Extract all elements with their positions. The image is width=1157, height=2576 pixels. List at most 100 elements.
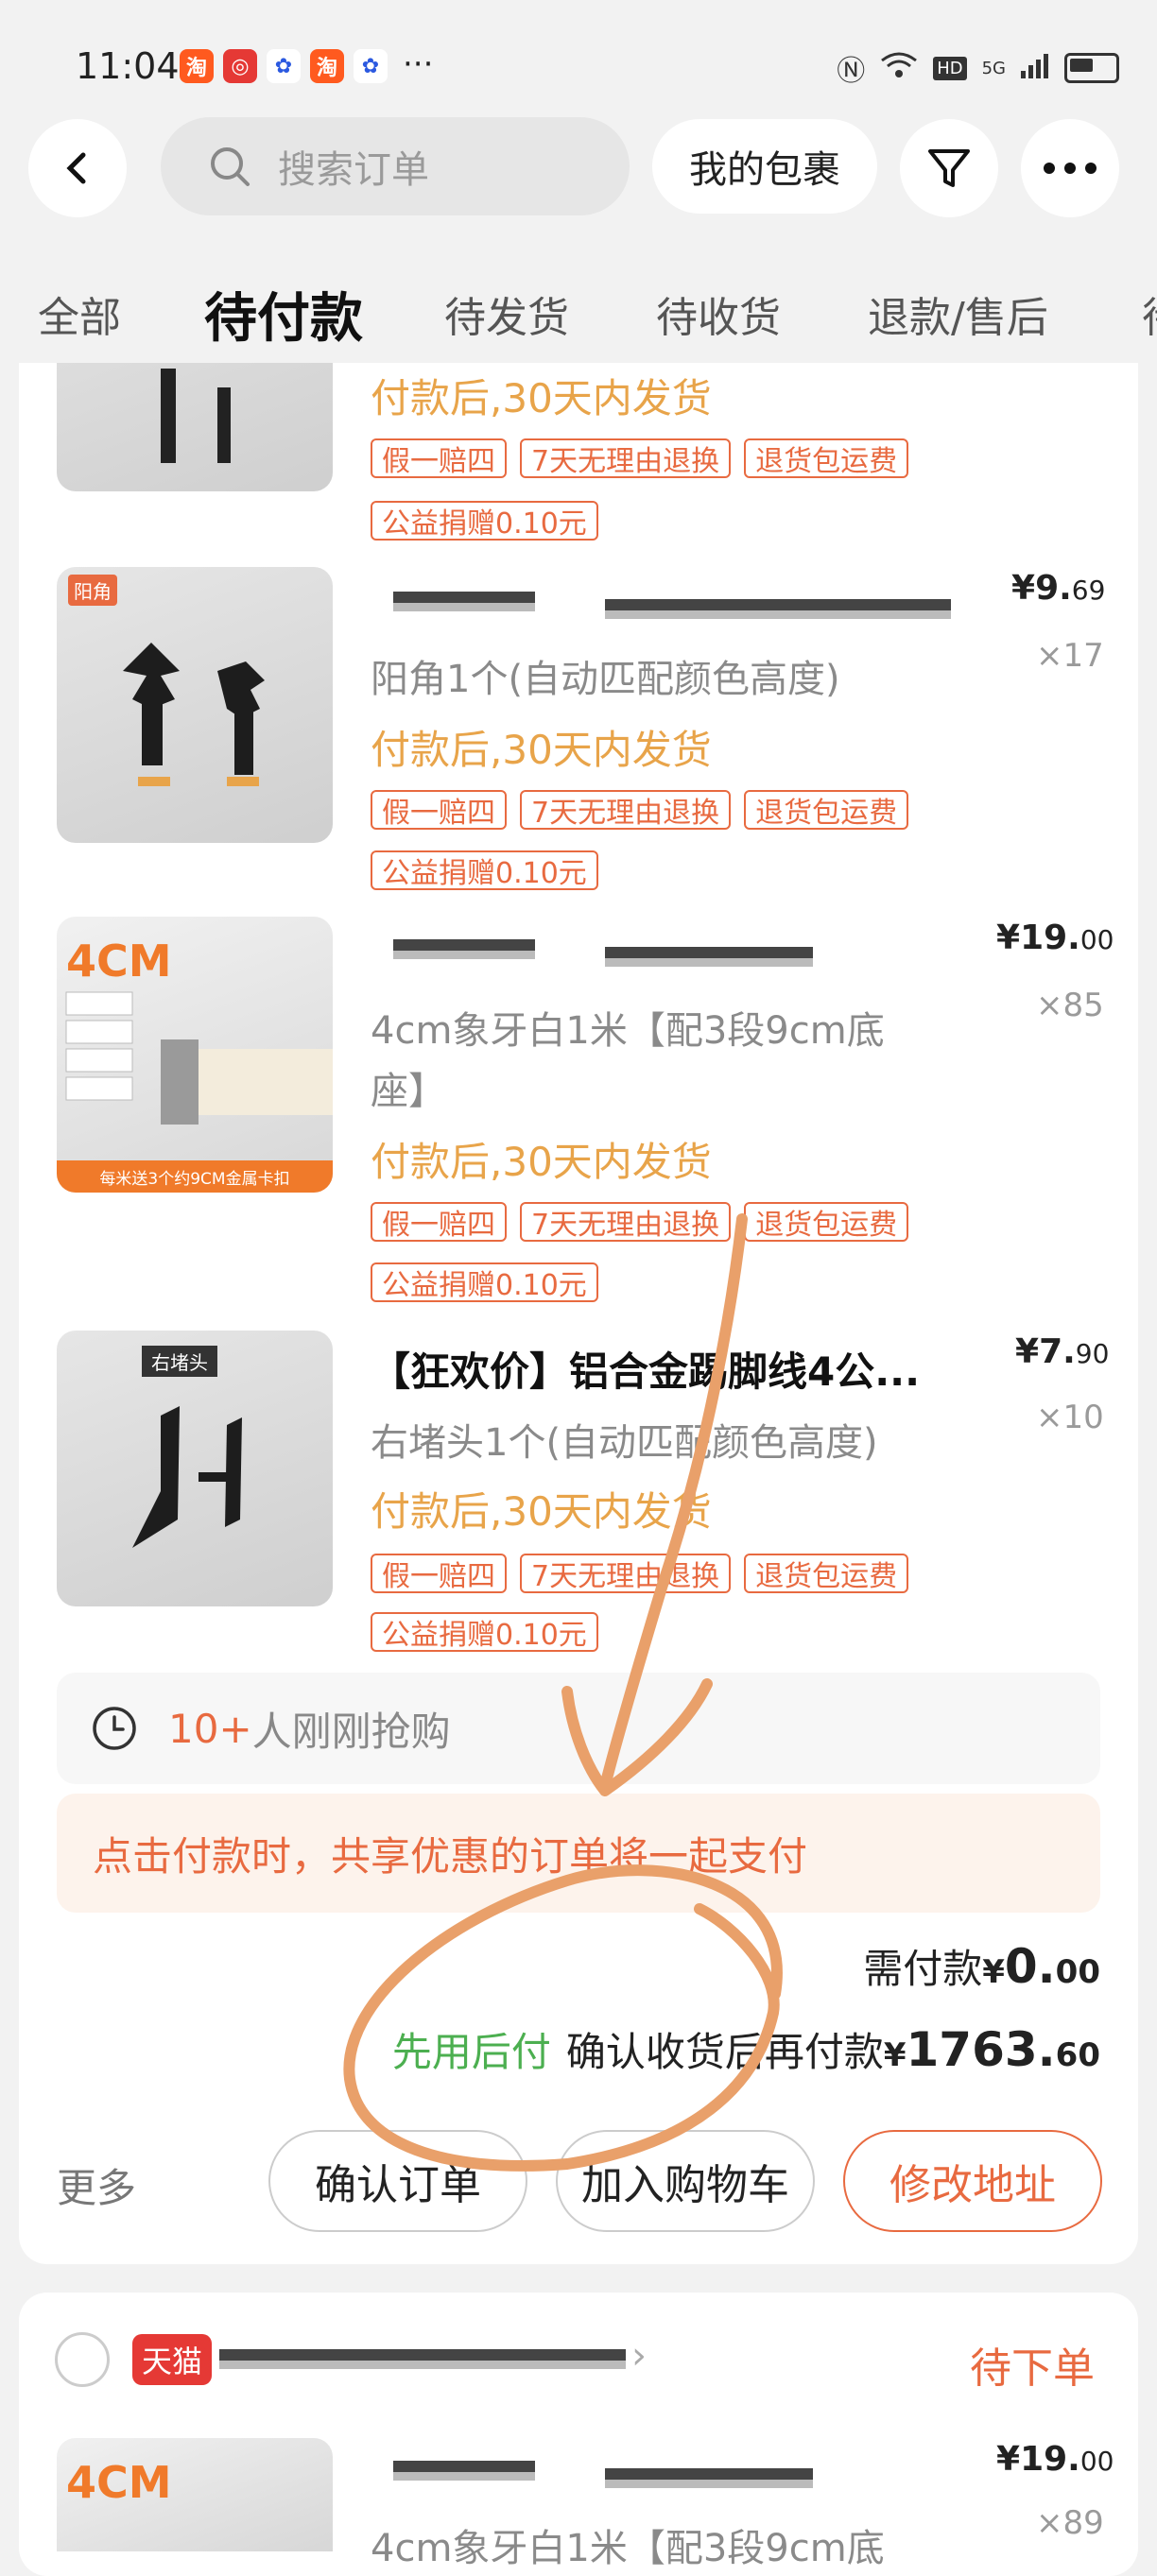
redacted-title	[393, 2447, 535, 2495]
service-tags: 假一赔四 7天无理由退换 退货包运费	[371, 438, 909, 478]
redacted-title	[605, 934, 813, 981]
redacted-title	[605, 586, 951, 633]
pay-later-text: 确认收货后再付款	[565, 2029, 884, 2075]
variant-text: 右堵头1个(自动匹配颜色高度)	[371, 1421, 878, 1465]
product-title[interactable]: 【狂欢价】铝合金踢脚线4公...	[371, 1340, 920, 1398]
edit-address-button[interactable]: 修改地址	[843, 2130, 1102, 2232]
variant-text: 4cm象牙白1米【配3段9cm底	[371, 1009, 885, 1053]
tag: 假一赔四	[371, 1202, 507, 1242]
shipping-note: 付款后,30天内发货	[371, 727, 712, 773]
redacted-title	[393, 578, 535, 626]
variant-text-line2: 座】	[371, 1070, 446, 1113]
item-quantity: ×17	[1036, 637, 1104, 675]
service-tags: 假一赔四 7天无理由退换 退货包运费	[371, 790, 909, 830]
search-placeholder: 搜索订单	[278, 148, 429, 192]
service-tags: 假一赔四 7天无理由退换 退货包运费	[371, 1554, 909, 1593]
tmall-badge: 天猫	[132, 2334, 213, 2385]
variant-text: 阳角1个(自动匹配颜色高度)	[371, 658, 840, 701]
tab-pending-receipt[interactable]: 待收货	[656, 283, 781, 344]
thumb-label: 阳角	[68, 575, 117, 606]
notice-text: 点击付款时，共享优惠的订单将一起支付	[93, 1832, 808, 1880]
tag: 假一赔四	[371, 790, 507, 830]
pay-later-tag[interactable]: 先用后付	[392, 2020, 551, 2078]
variant-text: 4cm象牙白1米【配3段9cm底	[371, 2527, 885, 2570]
filter-icon	[928, 149, 970, 187]
item-price: ¥19.00	[996, 919, 1114, 957]
buyers-count: 10+	[168, 1705, 252, 1752]
battery-icon	[1064, 53, 1119, 83]
amount-dec: 00	[1055, 1953, 1100, 1991]
donation-tag: 公益捐赠0.10元	[371, 850, 598, 890]
tag: 7天无理由退换	[520, 790, 732, 830]
recent-buyers-bar: 10+ 人刚刚抢购	[57, 1673, 1100, 1784]
back-button[interactable]	[28, 119, 127, 217]
signal-icon	[1021, 52, 1049, 85]
tab-more-partial[interactable]: 待	[1142, 283, 1157, 344]
amount-dec: 60	[1055, 2036, 1100, 2074]
tag: 7天无理由退换	[520, 438, 732, 478]
redacted-shop-name[interactable]	[219, 2336, 626, 2383]
status-indicators: Ⓝ HD 5G	[837, 47, 1119, 89]
tag: 退货包运费	[744, 1554, 909, 1593]
tab-pending-payment[interactable]: 待付款	[204, 276, 363, 352]
select-checkbox[interactable]	[55, 2332, 110, 2387]
app2-icon: ◎	[223, 49, 257, 83]
item-quantity: ×85	[1036, 987, 1104, 1024]
wifi-icon	[880, 51, 918, 86]
baidu-icon: ✿	[267, 49, 301, 83]
tao-icon: 淘	[310, 49, 344, 83]
donation-tag: 公益捐赠0.10元	[371, 1262, 598, 1302]
item-quantity: ×89	[1036, 2504, 1104, 2542]
hd-badge: HD	[933, 56, 967, 80]
tab-pending-shipment[interactable]: 待发货	[444, 283, 569, 344]
signal-label: 5G	[981, 58, 1006, 78]
tag: 假一赔四	[371, 1554, 507, 1593]
item-price: ¥9.69	[1011, 569, 1106, 608]
redacted-title	[605, 2455, 813, 2502]
currency-symbol: ¥	[883, 2036, 907, 2074]
item-price: ¥7.90	[1015, 1332, 1110, 1371]
clock-icon	[93, 1707, 136, 1750]
filter-button[interactable]	[900, 119, 998, 217]
product-thumbnail[interactable]: 4CM 每米送3个约9CM金属卡扣	[57, 917, 333, 1193]
more-link[interactable]: 更多	[57, 2156, 136, 2214]
item-price: ¥19.00	[996, 2440, 1114, 2479]
amount-due-label: 需付款	[863, 1946, 983, 1992]
baidu-icon: ✿	[354, 49, 388, 83]
buyers-text: 人刚刚抢购	[251, 1708, 451, 1755]
thumb-label: 右堵头	[142, 1346, 217, 1377]
shipping-note: 付款后,30天内发货	[371, 375, 712, 421]
donation-tag: 公益捐赠0.10元	[371, 1612, 598, 1652]
amount-int: 1763.	[906, 2022, 1056, 2077]
tab-refund[interactable]: 退款/售后	[868, 283, 1048, 344]
item-quantity: ×10	[1036, 1399, 1104, 1436]
pay-later-summary: 先用后付 确认收货后再付款 ¥ 1763. 60	[392, 2020, 1100, 2078]
confirm-order-button[interactable]: 确认订单	[268, 2130, 527, 2232]
search-input[interactable]: 搜索订单	[161, 117, 630, 215]
thumb-label: 4CM	[66, 2457, 172, 2508]
service-tags: 假一赔四 7天无理由退换 退货包运费	[371, 1202, 909, 1242]
thumb-caption: 每米送3个约9CM金属卡扣	[57, 1160, 333, 1193]
product-thumbnail[interactable]: 4CM	[57, 2438, 333, 2551]
add-to-cart-button[interactable]: 加入购物车	[556, 2130, 815, 2232]
tag: 7天无理由退换	[520, 1554, 732, 1593]
payment-notice: 点击付款时，共享优惠的订单将一起支付	[57, 1794, 1100, 1913]
tag: 退货包运费	[744, 790, 909, 830]
product-thumbnail[interactable]: 右堵头	[57, 1331, 333, 1606]
tag: 退货包运费	[744, 438, 909, 478]
tag: 退货包运费	[744, 1202, 909, 1242]
my-packages-button[interactable]: 我的包裹	[652, 119, 877, 214]
amount-int: 0.	[1004, 1939, 1056, 1994]
amount-due: 需付款 ¥ 0. 00	[863, 1937, 1100, 1995]
tag: 7天无理由退换	[520, 1202, 732, 1242]
back-arrow-icon	[66, 152, 86, 184]
status-bar: 11:04 淘 ◎ ✿ 淘 ✿ ··· Ⓝ HD 5G	[0, 0, 1157, 123]
order-status: 待下单	[970, 2344, 1095, 2393]
chevron-right-icon: ›	[631, 2334, 647, 2378]
product-thumbnail[interactable]: 阳角	[57, 567, 333, 843]
search-icon	[211, 147, 250, 186]
more-options-button[interactable]	[1021, 119, 1119, 217]
taobao-icon: 淘	[180, 49, 214, 83]
shipping-note: 付款后,30天内发货	[371, 1488, 712, 1535]
tab-all[interactable]: 全部	[38, 283, 121, 344]
